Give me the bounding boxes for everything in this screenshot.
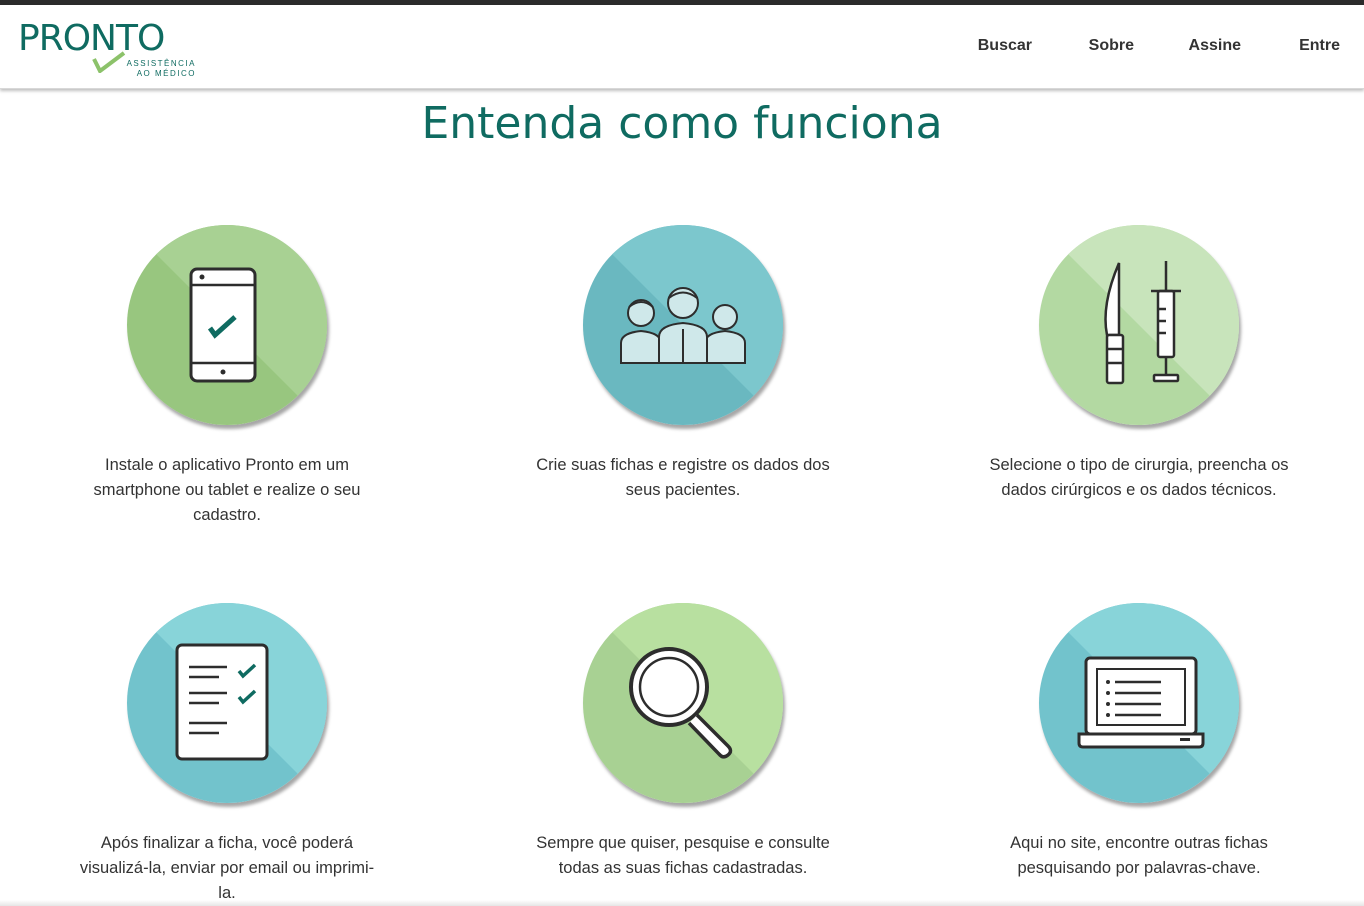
- step-1-circle: [127, 225, 327, 425]
- smartphone-check-icon: [127, 225, 327, 425]
- logo-tagline: ASSISTÊNCIA AO MÉDICO: [116, 59, 196, 79]
- nav-assine[interactable]: Assine: [1189, 37, 1241, 55]
- step-6-circle: [1039, 603, 1239, 803]
- page-title: Entenda como funciona: [421, 98, 943, 149]
- step-5-text: Sempre que quiser, pesquise e consulte t…: [536, 834, 830, 877]
- step-5-circle: [583, 603, 783, 803]
- step-3-text: Selecione o tipo de cirurgia, preencha o…: [989, 456, 1289, 499]
- site-header: PRONTO ASSISTÊNCIA AO MÉDICO Buscar Sobr…: [0, 5, 1364, 89]
- logo-tagline-line2: AO MÉDICO: [136, 69, 196, 78]
- step-3-circle: [1039, 225, 1239, 425]
- magnifier-icon: [583, 603, 783, 803]
- laptop-list-icon: [1039, 603, 1239, 803]
- step-4-circle: [127, 603, 327, 803]
- step-4-text: Após finalizar a ficha, você poderá visu…: [79, 834, 375, 902]
- patients-group-icon: [583, 225, 783, 425]
- step-1-text: Instale o aplicativo Pronto em um smartp…: [93, 456, 361, 524]
- step-2-text: Crie suas fichas e registre os dados dos…: [536, 456, 830, 499]
- nav-entre[interactable]: Entre: [1299, 37, 1340, 55]
- logo-tagline-line1: ASSISTÊNCIA: [126, 59, 196, 68]
- scalpel-syringe-icon: [1039, 225, 1239, 425]
- step-2-circle: [583, 225, 783, 425]
- step-6-text: Aqui no site, encontre outras fichas pes…: [1010, 834, 1268, 877]
- bottom-shadow: [0, 900, 1364, 906]
- checklist-document-icon: [127, 603, 327, 803]
- pronto-logo[interactable]: PRONTO ASSISTÊNCIA AO MÉDICO: [18, 19, 198, 81]
- nav-sobre[interactable]: Sobre: [1089, 37, 1134, 55]
- nav-buscar[interactable]: Buscar: [978, 37, 1032, 55]
